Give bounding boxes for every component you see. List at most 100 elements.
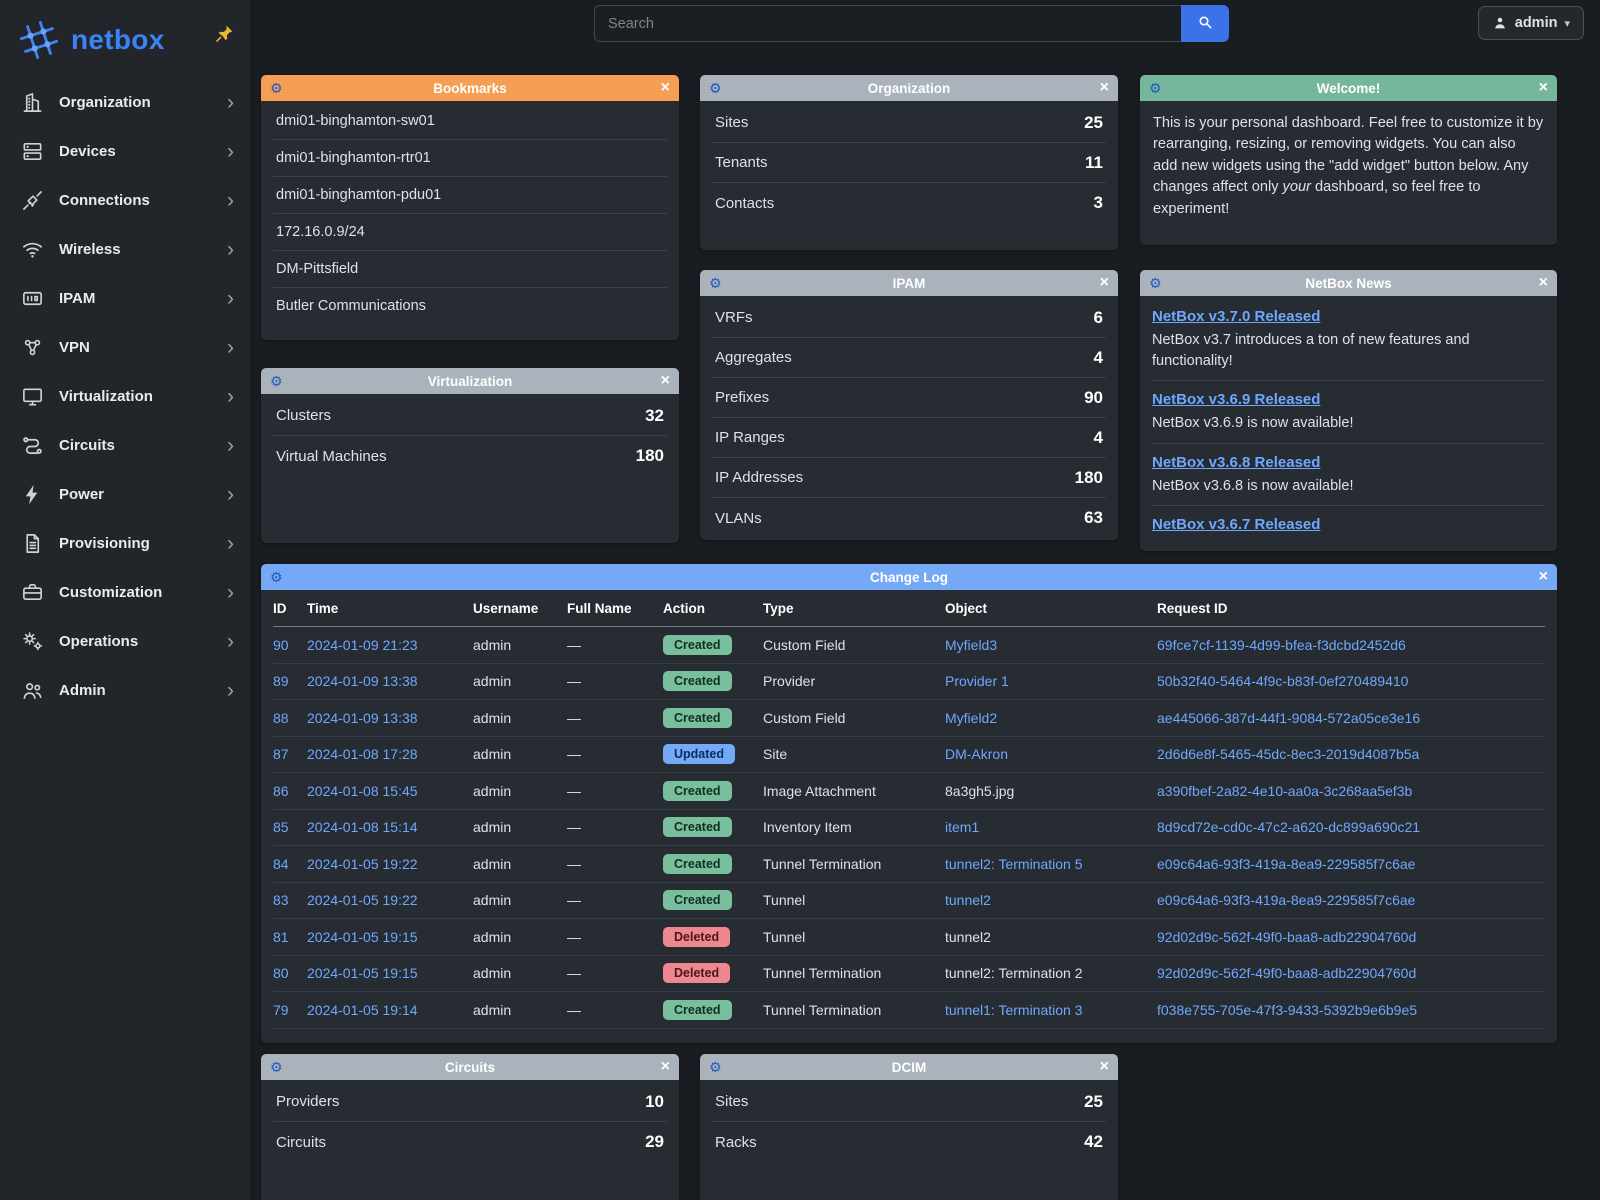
news-headline-link[interactable]: NetBox v3.6.8 Released: [1152, 454, 1320, 471]
change-object-link[interactable]: tunnel2: [945, 929, 991, 945]
column-header[interactable]: Username: [473, 601, 567, 616]
sidebar-item[interactable]: IPAM ›: [0, 274, 250, 323]
user-menu-button[interactable]: admin ▾: [1478, 6, 1584, 40]
netbox-logo-text[interactable]: netbox: [71, 24, 165, 56]
request-id-link[interactable]: 50b32f40-5464-4f9c-b83f-0ef270489410: [1157, 673, 1545, 689]
widget-close-icon[interactable]: ×: [1100, 80, 1109, 96]
change-time-link[interactable]: 2024-01-05 19:15: [307, 929, 473, 945]
widget-close-icon[interactable]: ×: [1539, 80, 1548, 96]
stat-row[interactable]: Circuits 29: [273, 1122, 667, 1162]
stat-row[interactable]: Providers 10: [273, 1082, 667, 1122]
stat-row[interactable]: VRFs 6: [712, 298, 1106, 338]
sidebar-item[interactable]: Connections ›: [0, 176, 250, 225]
change-time-link[interactable]: 2024-01-09 21:23: [307, 637, 473, 653]
change-object-link[interactable]: DM-Akron: [945, 746, 1008, 762]
bookmark-link[interactable]: dmi01-binghamton-rtr01: [273, 140, 667, 177]
request-id-link[interactable]: a390fbef-2a82-4e10-aa0a-3c268aa5ef3b: [1157, 783, 1545, 799]
stat-row[interactable]: Virtual Machines 180: [273, 436, 667, 476]
sidebar-item[interactable]: Wireless ›: [0, 225, 250, 274]
request-id-link[interactable]: e09c64a6-93f3-419a-8ea9-229585f7c6ae: [1157, 892, 1545, 908]
sidebar-item[interactable]: Admin ›: [0, 666, 250, 715]
sidebar-item[interactable]: Circuits ›: [0, 421, 250, 470]
bookmark-link[interactable]: dmi01-binghamton-sw01: [273, 103, 667, 140]
widget-config-icon[interactable]: ⚙: [270, 374, 283, 388]
bookmark-link[interactable]: dmi01-binghamton-pdu01: [273, 177, 667, 214]
search-button[interactable]: [1181, 5, 1229, 42]
stat-row[interactable]: Racks 42: [712, 1122, 1106, 1162]
widget-close-icon[interactable]: ×: [1100, 1059, 1109, 1075]
widget-config-icon[interactable]: ⚙: [709, 276, 722, 290]
change-object-link[interactable]: tunnel2: Termination 2: [945, 965, 1083, 981]
sidebar-item[interactable]: Devices ›: [0, 127, 250, 176]
request-id-link[interactable]: 69fce7cf-1139-4d99-bfea-f3dcbd2452d6: [1157, 637, 1545, 653]
stat-row[interactable]: IP Addresses 180: [712, 458, 1106, 498]
stat-row[interactable]: Prefixes 90: [712, 378, 1106, 418]
request-id-link[interactable]: 2d6d6e8f-5465-45dc-8ec3-2019d4087b5a: [1157, 746, 1545, 762]
change-object-link[interactable]: item1: [945, 819, 979, 835]
change-object-link[interactable]: tunnel2: Termination 5: [945, 856, 1083, 872]
change-time-link[interactable]: 2024-01-08 17:28: [307, 746, 473, 762]
sidebar-item[interactable]: Power ›: [0, 470, 250, 519]
change-id-link[interactable]: 84: [273, 856, 307, 872]
news-headline-link[interactable]: NetBox v3.6.9 Released: [1152, 391, 1320, 408]
bookmark-link[interactable]: DM-Pittsfield: [273, 251, 667, 288]
change-id-link[interactable]: 80: [273, 965, 307, 981]
news-headline-link[interactable]: NetBox v3.7.0 Released: [1152, 308, 1320, 325]
change-id-link[interactable]: 89: [273, 673, 307, 689]
column-header[interactable]: Type: [763, 601, 945, 616]
change-id-link[interactable]: 87: [273, 746, 307, 762]
netbox-logo-icon[interactable]: [16, 17, 62, 63]
pin-icon[interactable]: [214, 24, 234, 49]
sidebar-item[interactable]: VPN ›: [0, 323, 250, 372]
change-id-link[interactable]: 86: [273, 783, 307, 799]
change-object-link[interactable]: 8a3gh5.jpg: [945, 783, 1014, 799]
request-id-link[interactable]: f038e755-705e-47f3-9433-5392b9e6b9e5: [1157, 1002, 1545, 1018]
change-id-link[interactable]: 85: [273, 819, 307, 835]
change-object-link[interactable]: Myfield2: [945, 710, 997, 726]
sidebar-item[interactable]: Operations ›: [0, 617, 250, 666]
change-id-link[interactable]: 90: [273, 637, 307, 653]
change-object-link[interactable]: Provider 1: [945, 673, 1009, 689]
stat-row[interactable]: IP Ranges 4: [712, 418, 1106, 458]
change-time-link[interactable]: 2024-01-05 19:22: [307, 892, 473, 908]
change-object-link[interactable]: tunnel1: Termination 3: [945, 1002, 1083, 1018]
request-id-link[interactable]: 8d9cd72e-cd0c-47c2-a620-dc899a690c21: [1157, 819, 1545, 835]
change-id-link[interactable]: 81: [273, 929, 307, 945]
stat-row[interactable]: VLANs 63: [712, 498, 1106, 538]
widget-config-icon[interactable]: ⚙: [709, 81, 722, 95]
change-time-link[interactable]: 2024-01-09 13:38: [307, 710, 473, 726]
widget-config-icon[interactable]: ⚙: [1149, 276, 1162, 290]
widget-config-icon[interactable]: ⚙: [1149, 81, 1162, 95]
column-header[interactable]: Time: [307, 601, 473, 616]
widget-close-icon[interactable]: ×: [1539, 569, 1548, 585]
change-id-link[interactable]: 79: [273, 1002, 307, 1018]
change-object-link[interactable]: Myfield3: [945, 637, 997, 653]
widget-config-icon[interactable]: ⚙: [270, 570, 283, 584]
request-id-link[interactable]: 92d02d9c-562f-49f0-baa8-adb22904760d: [1157, 929, 1545, 945]
stat-row[interactable]: Sites 25: [712, 1082, 1106, 1122]
change-object-link[interactable]: tunnel2: [945, 892, 991, 908]
widget-close-icon[interactable]: ×: [1100, 275, 1109, 291]
widget-config-icon[interactable]: ⚙: [270, 1060, 283, 1074]
widget-close-icon[interactable]: ×: [1539, 275, 1548, 291]
news-headline-link[interactable]: NetBox v3.6.7 Released: [1152, 516, 1320, 533]
widget-config-icon[interactable]: ⚙: [709, 1060, 722, 1074]
bookmark-link[interactable]: Butler Communications: [273, 288, 667, 324]
request-id-link[interactable]: ae445066-387d-44f1-9084-572a05ce3e16: [1157, 710, 1545, 726]
stat-row[interactable]: Aggregates 4: [712, 338, 1106, 378]
change-time-link[interactable]: 2024-01-09 13:38: [307, 673, 473, 689]
widget-close-icon[interactable]: ×: [661, 1059, 670, 1075]
column-header[interactable]: Request ID: [1157, 601, 1545, 616]
sidebar-item[interactable]: Provisioning ›: [0, 519, 250, 568]
stat-row[interactable]: Tenants 11: [712, 143, 1106, 183]
change-time-link[interactable]: 2024-01-05 19:14: [307, 1002, 473, 1018]
request-id-link[interactable]: e09c64a6-93f3-419a-8ea9-229585f7c6ae: [1157, 856, 1545, 872]
change-id-link[interactable]: 83: [273, 892, 307, 908]
change-time-link[interactable]: 2024-01-05 19:22: [307, 856, 473, 872]
change-time-link[interactable]: 2024-01-08 15:14: [307, 819, 473, 835]
sidebar-item[interactable]: Organization ›: [0, 78, 250, 127]
sidebar-item[interactable]: Customization ›: [0, 568, 250, 617]
change-time-link[interactable]: 2024-01-08 15:45: [307, 783, 473, 799]
widget-config-icon[interactable]: ⚙: [270, 81, 283, 95]
request-id-link[interactable]: 92d02d9c-562f-49f0-baa8-adb22904760d: [1157, 965, 1545, 981]
